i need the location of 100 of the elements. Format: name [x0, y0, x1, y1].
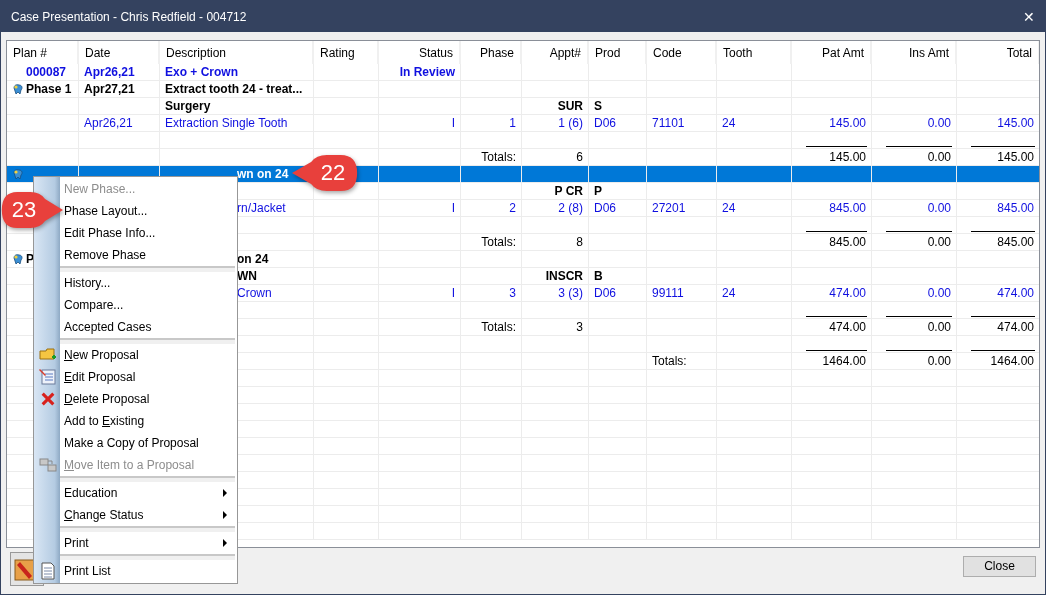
table-cell: 474.00	[829, 286, 866, 300]
table-cell: 0.00	[927, 116, 951, 130]
move-icon	[39, 456, 57, 474]
column-header[interactable]: Total	[1006, 45, 1032, 60]
column-header[interactable]: Code	[653, 45, 682, 60]
total-value: 474.00	[997, 320, 1034, 334]
table-cell: 2	[509, 201, 516, 215]
table-cell: P	[594, 184, 602, 198]
table-cell: Exo + Crown	[165, 65, 238, 79]
menu-item[interactable]: Remove Phase	[34, 244, 235, 266]
totals-label: Totals:	[481, 235, 516, 249]
table-cell: wn on 24	[237, 167, 289, 181]
menu-item[interactable]: Add to Existing	[34, 410, 235, 432]
table-cell: 1	[509, 116, 516, 130]
menu-item[interactable]: Make a Copy of Proposal	[34, 432, 235, 454]
table-cell: In Review	[399, 65, 455, 79]
table-cell: B	[594, 269, 603, 283]
window-title: Case Presentation - Chris Redfield - 004712	[11, 9, 247, 24]
column-header[interactable]: Ins Amt	[909, 45, 949, 60]
table-cell: Extract tooth 24 - treat...	[165, 82, 303, 96]
phase-icon	[12, 168, 24, 180]
column-header[interactable]: Rating	[320, 45, 355, 60]
total-value: 3	[576, 320, 583, 334]
table-cell: 24	[722, 286, 736, 300]
table-cell: INSCR	[545, 269, 583, 283]
column-header[interactable]: Prod	[595, 45, 621, 60]
table-cell: 24	[722, 201, 736, 215]
totals-label: Totals:	[481, 320, 516, 334]
total-value: 0.00	[927, 320, 951, 334]
column-header[interactable]: Plan #	[13, 45, 48, 60]
menu-item[interactable]: Education	[34, 482, 235, 504]
table-cell: SUR	[557, 99, 583, 113]
total-value: 845.00	[829, 235, 866, 249]
table-cell: 0.00	[927, 201, 951, 215]
table-cell: S	[594, 99, 602, 113]
table-cell: Extraction Single Tooth	[165, 116, 288, 130]
table-cell: Phase 1	[26, 82, 72, 96]
table-cell: on 24	[237, 252, 269, 266]
total-value: 8	[576, 235, 583, 249]
callout-tooltip: 22	[292, 154, 358, 192]
document-icon	[39, 562, 57, 580]
table-cell: D06	[594, 116, 616, 130]
table-cell: D06	[594, 201, 616, 215]
table-cell: Apr26,21	[84, 116, 133, 130]
table-cell: 27201	[652, 201, 686, 215]
phase-icon	[12, 253, 24, 265]
menu-item[interactable]: Print	[34, 532, 235, 554]
table-cell: 845.00	[829, 201, 866, 215]
table-cell: 3 (3)	[558, 286, 583, 300]
column-header[interactable]: Appt#	[549, 45, 581, 60]
menu-item[interactable]: Edit Proposal	[34, 366, 235, 388]
total-value: 145.00	[997, 150, 1034, 164]
table-cell: rn/Jacket	[237, 201, 286, 215]
delete-icon	[40, 391, 56, 407]
table-cell: Apr26,21	[84, 65, 135, 79]
menu-item[interactable]: Delete Proposal	[34, 388, 235, 410]
menu-item[interactable]: New Proposal	[34, 344, 235, 366]
column-header[interactable]: Pat Amt	[821, 45, 864, 60]
table-cell: D06	[594, 286, 616, 300]
phase-icon	[12, 83, 24, 95]
table-cell: 24	[722, 116, 736, 130]
total-value: 0.00	[927, 235, 951, 249]
table-cell: I	[451, 286, 455, 300]
column-header[interactable]: Tooth	[723, 45, 753, 60]
column-header[interactable]: Phase	[479, 45, 514, 60]
table-cell: WN	[237, 269, 257, 283]
table-cell: 2 (8)	[558, 201, 583, 215]
table-cell: I	[451, 116, 455, 130]
totals-label: Totals:	[481, 150, 516, 164]
close-button[interactable]: Close	[963, 555, 1036, 577]
close-icon[interactable]: ✕	[1023, 8, 1035, 25]
total-value: 1464.00	[822, 354, 866, 368]
menu-item[interactable]: Print List	[34, 560, 235, 582]
column-header[interactable]: Status	[418, 45, 453, 60]
total-value: 6	[576, 150, 583, 164]
totals-label: Totals:	[652, 354, 687, 368]
table-cell: 99111	[652, 286, 684, 300]
table-cell: Apr27,21	[84, 82, 135, 96]
column-header[interactable]: Date	[85, 45, 111, 60]
table-cell: 3	[509, 286, 516, 300]
table-cell: 145.00	[997, 116, 1034, 130]
menu-item[interactable]: Accepted Cases	[34, 316, 235, 338]
total-value: 0.00	[927, 150, 951, 164]
table-cell: 145.00	[829, 116, 866, 130]
menu-item[interactable]: History...	[34, 272, 235, 294]
total-value: 474.00	[829, 320, 866, 334]
total-value: 1464.00	[990, 354, 1034, 368]
document-pencil-icon	[39, 368, 57, 386]
table-cell: 1 (6)	[558, 116, 583, 130]
table-cell: 474.00	[997, 286, 1034, 300]
menu-item[interactable]: Compare...	[34, 294, 235, 316]
table-cell: P CR	[554, 184, 583, 198]
table-cell: Crown	[237, 286, 272, 300]
table-cell: Surgery	[165, 99, 211, 113]
table-cell: 71101	[652, 116, 685, 130]
menu-item[interactable]: Change Status	[34, 504, 235, 526]
table-cell: 0.00	[927, 286, 951, 300]
total-value: 145.00	[829, 150, 866, 164]
table-cell: I	[451, 201, 455, 215]
column-header[interactable]: Description	[166, 45, 227, 60]
